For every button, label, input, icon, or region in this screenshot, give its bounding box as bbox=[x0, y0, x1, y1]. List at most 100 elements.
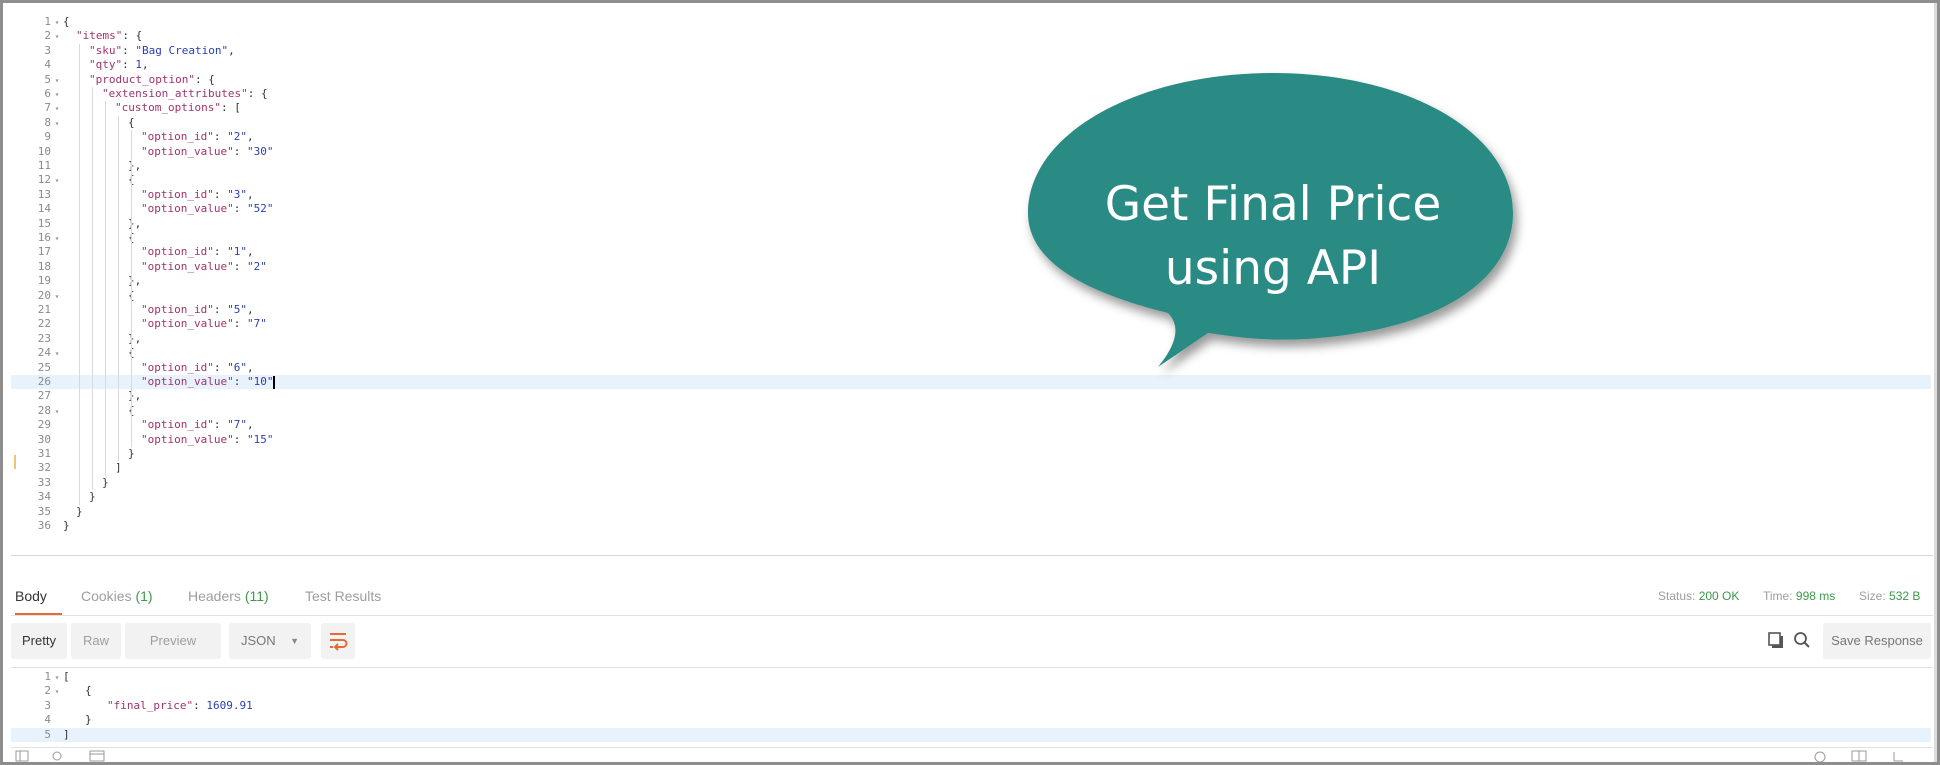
request-line: 5 ▾ "product_option": { bbox=[11, 73, 1931, 87]
tab-cookies[interactable]: Cookies (1) bbox=[81, 579, 153, 613]
request-line: 22 "option_value": "7" bbox=[11, 317, 1931, 331]
fold-toggle-icon[interactable]: ▾ bbox=[51, 88, 63, 102]
code-text: { bbox=[128, 231, 135, 244]
line-number: 29 bbox=[37, 418, 51, 432]
tab-body[interactable]: Body bbox=[15, 579, 47, 613]
search-icon[interactable] bbox=[1791, 629, 1813, 651]
code-text: } bbox=[76, 504, 83, 518]
request-body-editor[interactable]: 1 ▾{2 ▾ "items": {3 "sku": "Bag Creation", 4 "… bbox=[11, 15, 1931, 555]
editor-divider bbox=[11, 555, 1933, 556]
code-text: { bbox=[128, 346, 135, 360]
save-response-button[interactable]: Save Response bbox=[1823, 623, 1931, 659]
layout-icon[interactable] bbox=[1851, 750, 1867, 762]
code-text: }, bbox=[128, 331, 142, 345]
fold-toggle-icon[interactable]: ▾ bbox=[51, 174, 63, 188]
fold-toggle-icon[interactable]: ▾ bbox=[51, 30, 63, 44]
pretty-button[interactable]: Pretty bbox=[11, 623, 67, 659]
keyboard-shortcuts-icon[interactable] bbox=[1891, 750, 1905, 762]
line-number: 2 bbox=[44, 684, 51, 698]
line-number: 1 bbox=[44, 670, 51, 683]
code-text: }, bbox=[128, 274, 142, 288]
code-text: "custom_options": [ bbox=[115, 101, 241, 115]
callout-bubble: Get Final Price using API bbox=[1008, 63, 1538, 393]
fold-toggle-icon[interactable]: ▾ bbox=[51, 685, 63, 699]
chevron-down-icon: ▼ bbox=[290, 636, 299, 646]
response-line: 1 ▾[ bbox=[11, 670, 1931, 684]
fold-toggle-icon[interactable]: ▾ bbox=[51, 74, 63, 88]
code-text: "option_value": "15" bbox=[141, 432, 274, 446]
request-line: 17 "option_id": "1", bbox=[11, 245, 1931, 259]
request-line: 19}, bbox=[11, 274, 1931, 288]
code-text: } bbox=[63, 519, 70, 532]
format-select-value: JSON bbox=[241, 633, 276, 648]
tab-headers[interactable]: Headers (11) bbox=[188, 579, 269, 613]
code-text: "final_price": 1609.91 bbox=[107, 698, 253, 712]
copy-icon[interactable] bbox=[1765, 629, 1787, 651]
fold-toggle-icon[interactable]: ▾ bbox=[51, 102, 63, 116]
find-icon[interactable] bbox=[51, 750, 65, 762]
fold-toggle-icon[interactable]: ▾ bbox=[51, 290, 63, 304]
line-number: 3 bbox=[44, 698, 51, 712]
fold-toggle-icon[interactable]: ▾ bbox=[51, 405, 63, 419]
wrap-lines-button[interactable] bbox=[321, 623, 355, 659]
code-text: } bbox=[85, 713, 92, 727]
line-number: 7 bbox=[44, 101, 51, 115]
code-text: "sku": "Bag Creation", bbox=[89, 43, 235, 57]
fold-toggle-icon[interactable]: ▾ bbox=[51, 117, 63, 131]
sidebar-toggle-icon[interactable] bbox=[15, 750, 29, 762]
line-number: 2 bbox=[44, 29, 51, 43]
fold-toggle-icon[interactable]: ▾ bbox=[51, 347, 63, 361]
fold-toggle-icon[interactable]: ▾ bbox=[51, 16, 63, 30]
code-text: "option_value": "7" bbox=[141, 317, 267, 331]
request-line: 6 ▾ "extension_attributes": { bbox=[11, 87, 1931, 101]
response-toolbar: Pretty Raw Preview JSON ▼ Save Response bbox=[11, 623, 1933, 661]
line-number: 21 bbox=[37, 303, 51, 316]
line-number: 8 bbox=[44, 115, 51, 129]
request-line: 9 "option_id": "2", bbox=[11, 130, 1931, 144]
line-number: 5 bbox=[44, 727, 51, 741]
code-text: }, bbox=[128, 216, 142, 230]
tab-test-results[interactable]: Test Results bbox=[305, 579, 381, 613]
code-text: }, bbox=[128, 389, 142, 403]
status-info: Status: 200 OK bbox=[1658, 581, 1739, 611]
request-line: 21 "option_id": "5", bbox=[11, 303, 1931, 317]
code-text: "option_value": "10" bbox=[141, 375, 276, 389]
code-text: { bbox=[128, 173, 135, 187]
line-number: 35 bbox=[37, 504, 51, 518]
request-line: 26 "option_value": "10" bbox=[11, 375, 1931, 390]
size-label: Size: bbox=[1859, 589, 1886, 603]
line-number: 30 bbox=[37, 432, 51, 446]
code-text: }, bbox=[128, 159, 142, 172]
line-number: 6 bbox=[44, 87, 51, 100]
indent-guide bbox=[105, 101, 106, 476]
line-number: 5 bbox=[44, 72, 51, 86]
line-number: 17 bbox=[37, 245, 51, 259]
response-body-viewer[interactable]: 1 ▾[2 ▾{3 "final_price": 1609.91 4} 5] bbox=[11, 670, 1933, 748]
request-line: 20 ▾ { bbox=[11, 289, 1931, 303]
request-line: 8 ▾ { bbox=[11, 116, 1931, 130]
preview-button[interactable]: Preview bbox=[125, 623, 221, 659]
line-number: 18 bbox=[37, 259, 51, 273]
tab-headers-count: (11) bbox=[244, 588, 269, 604]
line-number: 4 bbox=[44, 713, 51, 727]
code-text: "option_value": "52" bbox=[141, 202, 274, 216]
response-line: 5] bbox=[11, 727, 1931, 742]
line-number: 26 bbox=[37, 375, 51, 388]
bootcamp-icon[interactable] bbox=[1813, 750, 1827, 762]
line-number: 27 bbox=[37, 389, 51, 403]
console-icon[interactable] bbox=[89, 750, 105, 762]
indent-guide bbox=[92, 87, 93, 491]
raw-button[interactable]: Raw bbox=[71, 623, 121, 659]
code-text: ] bbox=[63, 727, 70, 741]
app-frame: 1 ▾{2 ▾ "items": {3 "sku": "Bag Creation", 4 "… bbox=[0, 0, 1940, 765]
line-number: 20 bbox=[37, 288, 51, 302]
code-text: "items": { bbox=[76, 29, 143, 43]
request-line: 15}, bbox=[11, 217, 1931, 231]
code-text: { bbox=[128, 115, 135, 129]
format-select[interactable]: JSON ▼ bbox=[229, 623, 311, 659]
request-line: 32] bbox=[11, 461, 1931, 475]
fold-toggle-icon[interactable]: ▾ bbox=[51, 671, 63, 685]
code-text: } bbox=[128, 447, 135, 460]
callout-line-1: Get Final Price bbox=[1104, 177, 1442, 232]
fold-toggle-icon[interactable]: ▾ bbox=[51, 232, 63, 246]
